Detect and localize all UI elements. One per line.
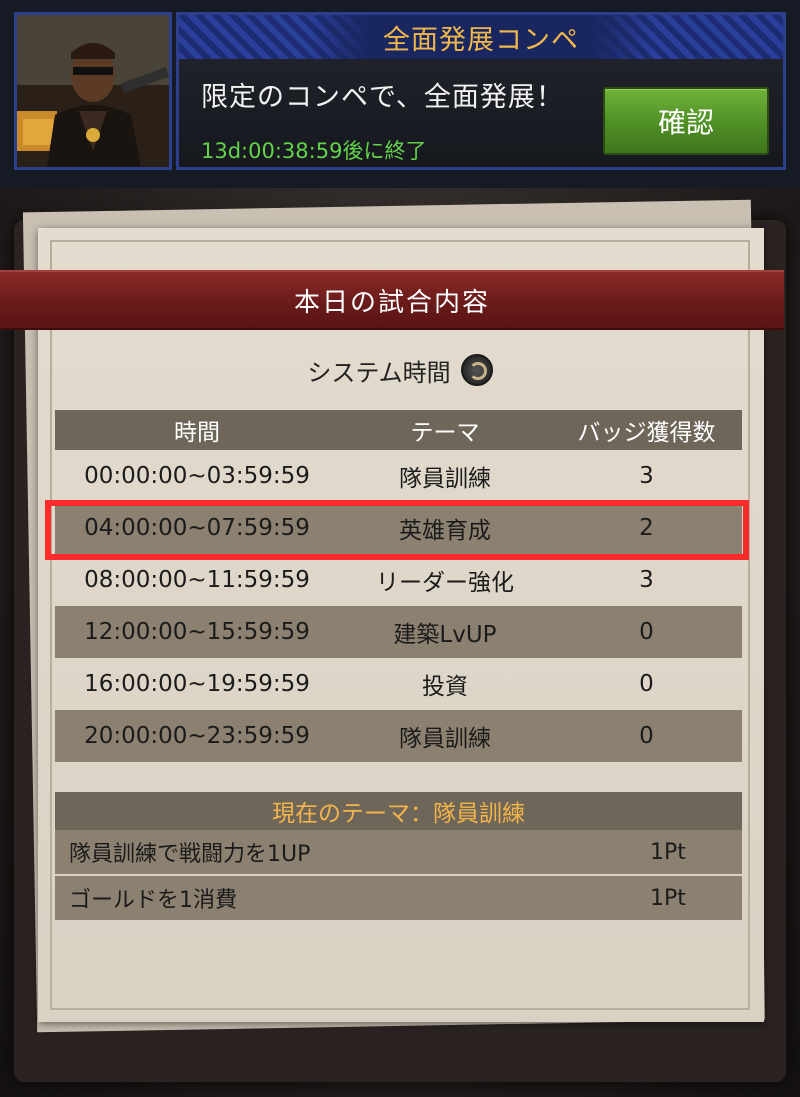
row-theme: 隊員訓練 (399, 726, 491, 752)
schedule-title: 本日の試合内容 (293, 287, 490, 318)
character-portrait (14, 12, 172, 170)
row-badges: 0 (639, 723, 654, 749)
row-theme: 建築LvUP (393, 622, 497, 648)
task-row: ゴールドを1消費 1Pt (55, 876, 742, 920)
column-header-time: 時間 (174, 420, 220, 446)
character-figure-icon (17, 15, 169, 167)
table-row: 16:00:00~19:59:59 投資 0 (55, 658, 742, 710)
highlight-box (45, 500, 749, 560)
table-row: 20:00:00~23:59:59 隊員訓練 0 (55, 710, 742, 762)
table-row: 00:00:00~03:59:59 隊員訓練 3 (55, 450, 742, 502)
event-title-strip: 全面発展コンペ (179, 15, 783, 59)
confirm-button[interactable]: 確認 (603, 87, 769, 155)
header-ribbon: 本日の試合内容 (0, 270, 784, 330)
table-row: 08:00:00~11:59:59 リーダー強化 3 (55, 554, 742, 606)
event-banner: 全面発展コンペ 限定のコンペで、全面発展！ 13d:00:38:59後に終了 確… (0, 0, 800, 188)
event-countdown: 13d:00:38:59後に終了 (201, 139, 427, 163)
refresh-icon[interactable] (460, 354, 493, 386)
event-description: 限定のコンペで、全面発展！ (201, 82, 564, 113)
current-theme-header: 現在のテーマ：隊員訓練 (55, 792, 742, 830)
task-label: ゴールドを1消費 (69, 888, 237, 913)
table-row: 12:00:00~15:59:59 建築LvUP 0 (55, 606, 742, 658)
system-time: システム時間 (0, 350, 800, 390)
column-header-theme: テーマ (410, 420, 480, 446)
task-label: 隊員訓練で戦闘力を1UP (69, 842, 311, 867)
row-badges: 0 (639, 671, 654, 697)
task-points: 1Pt (650, 839, 686, 865)
row-time: 08:00:00~11:59:59 (84, 567, 310, 593)
event-title: 全面発展コンペ (383, 24, 579, 56)
table-header: 時間 テーマ バッジ獲得数 (55, 410, 742, 450)
row-badges: 3 (639, 463, 654, 489)
row-theme: 隊員訓練 (399, 466, 491, 492)
row-theme: 投資 (422, 674, 468, 700)
row-time: 16:00:00~19:59:59 (84, 671, 310, 697)
system-time-label: システム時間 (307, 358, 451, 387)
row-badges: 3 (639, 567, 654, 593)
current-theme-panel: 現在のテーマ：隊員訓練 隊員訓練で戦闘力を1UP 1Pt ゴールドを1消費 1P… (55, 792, 742, 920)
event-info-panel: 全面発展コンペ 限定のコンペで、全面発展！ 13d:00:38:59後に終了 確… (176, 12, 786, 170)
schedule-table: 時間 テーマ バッジ獲得数 00:00:00~03:59:59 隊員訓練 3 0… (55, 410, 742, 762)
row-time: 12:00:00~15:59:59 (84, 619, 310, 645)
task-points: 1Pt (650, 885, 686, 911)
row-time: 00:00:00~03:59:59 (84, 463, 310, 489)
row-badges: 0 (639, 619, 654, 645)
row-theme: リーダー強化 (376, 570, 514, 596)
current-theme-heading: 現在のテーマ：隊員訓練 (272, 801, 525, 827)
task-row: 隊員訓練で戦闘力を1UP 1Pt (55, 830, 742, 874)
column-header-badges: バッジ獲得数 (577, 420, 716, 446)
row-time: 20:00:00~23:59:59 (84, 723, 310, 749)
